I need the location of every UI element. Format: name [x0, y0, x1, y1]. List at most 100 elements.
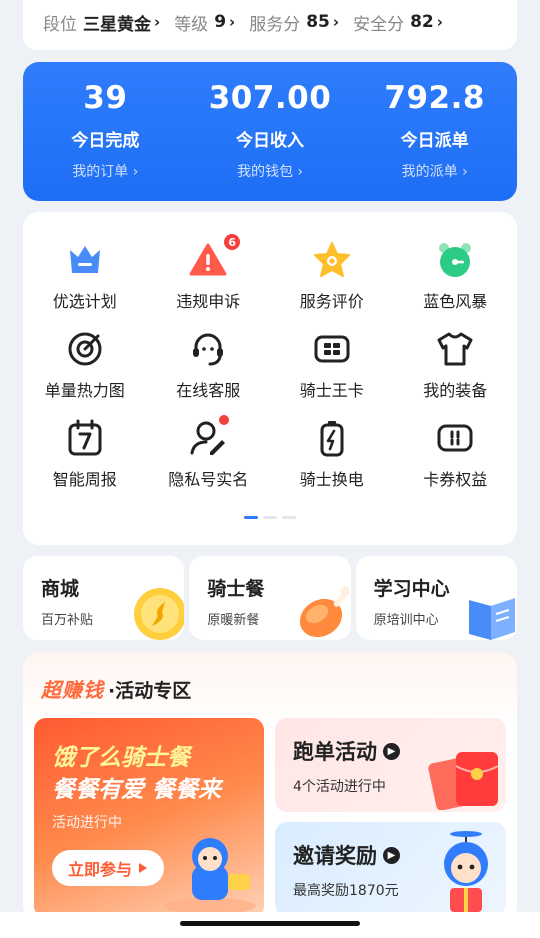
- grid-item-label: 蓝色风暴: [423, 292, 488, 311]
- stat-dispatch-label: 今日派单: [400, 131, 469, 151]
- activity-card-invite[interactable]: 邀请奖励 ▶ 最高奖励1870元: [275, 822, 506, 916]
- arrow-circle-icon: ▶: [383, 742, 400, 760]
- warning-icon: 6: [188, 232, 243, 280]
- user-edit-icon: [188, 415, 230, 458]
- grid-item-label: 卡券权益: [423, 470, 488, 489]
- grid-item-service-rating[interactable]: 服务评价: [270, 240, 394, 329]
- rank-tier[interactable]: 段位 三星黄金 ›: [43, 10, 160, 35]
- grid-item-label: 违规申诉: [176, 292, 241, 311]
- chevron-right-icon: ›: [436, 13, 443, 31]
- chicken-leg-icon: [293, 582, 351, 640]
- grid-item-privacy-realname[interactable]: 隐私号实名: [147, 415, 271, 507]
- grid-item-label: 隐私号实名: [168, 470, 249, 489]
- grid-item-heatmap[interactable]: 单量热力图: [23, 329, 147, 418]
- book-icon: [463, 586, 517, 640]
- card-icon: [312, 329, 352, 369]
- shortcut-rider-meal[interactable]: 骑士餐 原暖新餐: [189, 556, 351, 640]
- coin-icon: [128, 582, 185, 640]
- shortcut-cards: 商城 百万补贴 骑士餐 原暖新餐 学习中心 原培训中心: [23, 556, 517, 640]
- rank-level-label: 等级: [174, 14, 209, 35]
- my-wallet-link[interactable]: 我的钱包 ›: [237, 161, 303, 181]
- tshirt-icon: [435, 329, 475, 369]
- stat-income-value: 307.00: [208, 80, 332, 116]
- alarm-clock-icon: [435, 240, 475, 280]
- activity-title-text: 邀请奖励: [293, 844, 377, 868]
- grid-item-label: 优选计划: [52, 292, 117, 311]
- play-arrow-icon: [138, 859, 148, 878]
- stat-dispatch[interactable]: 792.8 今日派单 我的派单 ›: [352, 62, 517, 201]
- promo-title: 饿了么骑士餐: [52, 745, 190, 771]
- my-dispatch-link[interactable]: 我的派单 ›: [402, 161, 468, 181]
- grid-item-label: 单量热力图: [44, 381, 125, 400]
- page-dot: [282, 516, 296, 519]
- promo-status: 活动进行中: [52, 815, 122, 831]
- arrow-circle-icon: ▶: [383, 846, 400, 864]
- page-dot-active: [244, 516, 258, 519]
- join-now-label: 立即参与: [67, 860, 132, 879]
- grid-item-weekly-report[interactable]: 智能周报: [23, 418, 147, 507]
- page-dot: [263, 516, 277, 519]
- rider-mascot-illustration: [164, 838, 256, 914]
- activity-zone-header: 超赚钱 ·活动专区: [41, 674, 191, 703]
- rank-tier-value: 三星黄金: [83, 14, 151, 35]
- grid-item-coupons[interactable]: 卡券权益: [394, 418, 518, 507]
- home-indicator[interactable]: [180, 921, 360, 926]
- grid-item-label: 我的装备: [423, 381, 488, 400]
- rider-gift-icon: [428, 830, 504, 916]
- rank-bar: 段位 三星黄金 › 等级 9 › 服务分 85 › 安全分 82 ›: [23, 0, 517, 50]
- grid-item-battery-swap[interactable]: 骑士换电: [270, 418, 394, 507]
- chevron-right-icon: ›: [332, 13, 340, 31]
- crown-icon: [65, 240, 105, 280]
- grid-item-label: 骑士换电: [299, 470, 364, 489]
- my-orders-link[interactable]: 我的订单 ›: [72, 161, 138, 181]
- calendar-icon: [65, 418, 105, 458]
- feature-grid-card: 优选计划 6 违规申诉 服务评价 蓝色风暴 单量热力图 在线客服 骑士王卡 我的…: [23, 212, 517, 545]
- grid-item-label: 服务评价: [299, 292, 364, 311]
- rank-level-value: 9: [214, 12, 227, 32]
- service-score-value: 85: [306, 12, 330, 32]
- grid-item-online-support[interactable]: 在线客服: [147, 329, 271, 418]
- stat-dispatch-value: 792.8: [384, 80, 485, 116]
- star-icon: [312, 240, 352, 280]
- zone-title: ·活动专区: [108, 680, 192, 702]
- chevron-right-icon: ›: [154, 13, 161, 31]
- stat-income[interactable]: 307.00 今日收入 我的钱包 ›: [188, 62, 353, 201]
- feature-grid: 优选计划 6 违规申诉 服务评价 蓝色风暴 单量热力图 在线客服 骑士王卡 我的…: [23, 212, 517, 507]
- today-stats-card: 39 今日完成 我的订单 › 307.00 今日收入 我的钱包 › 792.8 …: [23, 62, 517, 201]
- red-envelope-icon: [422, 746, 504, 812]
- stat-completed-value: 39: [83, 80, 128, 116]
- stat-income-label: 今日收入: [236, 131, 304, 151]
- grid-item-rider-card[interactable]: 骑士王卡: [270, 329, 394, 418]
- coupon-icon: [435, 418, 475, 458]
- stat-completed[interactable]: 39 今日完成 我的订单 ›: [23, 62, 188, 201]
- activity-zone: 超赚钱 ·活动专区 饿了么骑士餐 餐餐有爱 餐餐来 活动进行中 立即参与 跑单活…: [23, 652, 517, 922]
- safety-score-label: 安全分: [353, 14, 405, 35]
- grid-item-blue-storm[interactable]: 蓝色风暴: [394, 240, 518, 329]
- grid-item-label: 骑士王卡: [299, 381, 364, 400]
- notification-badge: 6: [222, 232, 243, 252]
- safety-score-value: 82: [410, 12, 434, 32]
- battery-icon: [312, 418, 352, 458]
- grid-item-my-gear[interactable]: 我的装备: [394, 329, 518, 418]
- rank-service-score[interactable]: 服务分 85 ›: [249, 10, 339, 35]
- zone-brand: 超赚钱: [41, 678, 104, 702]
- shortcut-mall[interactable]: 商城 百万补贴: [23, 556, 185, 640]
- rank-tier-label: 段位: [43, 14, 77, 35]
- rank-level[interactable]: 等级 9 ›: [174, 10, 235, 35]
- activity-card-orders[interactable]: 跑单活动 ▶ 4个活动进行中: [275, 718, 506, 812]
- join-now-button[interactable]: 立即参与: [52, 850, 164, 886]
- promo-banner-rider-meal[interactable]: 饿了么骑士餐 餐餐有爱 餐餐来 活动进行中 立即参与: [34, 718, 264, 918]
- chevron-right-icon: ›: [229, 13, 236, 31]
- stat-completed-label: 今日完成: [71, 131, 140, 151]
- shortcut-learning-center[interactable]: 学习中心 原培训中心: [355, 556, 517, 640]
- activity-title-text: 跑单活动: [293, 740, 377, 764]
- promo-slogan: 餐餐有爱 餐餐来: [52, 777, 222, 803]
- grid-page-indicator: [23, 516, 517, 519]
- grid-item-label: 智能周报: [52, 470, 117, 489]
- target-icon: [65, 329, 105, 369]
- grid-item-preferred-plan[interactable]: 优选计划: [23, 240, 147, 329]
- grid-item-appeal[interactable]: 6 违规申诉: [147, 232, 271, 329]
- service-score-label: 服务分: [249, 14, 301, 35]
- rank-safety-score[interactable]: 安全分 82 ›: [353, 10, 443, 35]
- headset-icon: [188, 329, 228, 369]
